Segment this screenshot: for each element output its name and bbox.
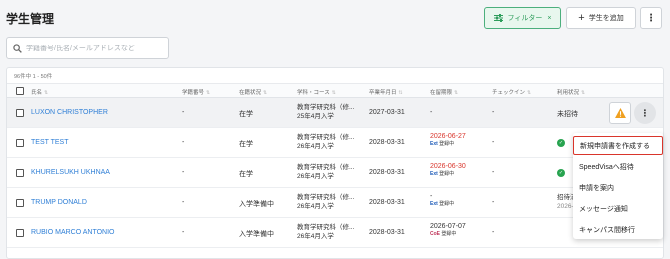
kebab-icon: ⋮ xyxy=(640,107,650,118)
graduation-date: 2028-03-31 xyxy=(369,169,405,176)
student-id: - xyxy=(182,229,185,236)
residence-date: - Ext 登録中 xyxy=(430,193,455,207)
column-header-course[interactable]: 学科・コース ⇅ xyxy=(297,88,336,96)
kebab-icon: ⋮ xyxy=(646,12,656,24)
warning-icon xyxy=(614,108,626,118)
filter-sliders-icon xyxy=(493,14,503,22)
menu-item-message-notification[interactable]: メッセージ通知 xyxy=(573,199,663,218)
checkin: - xyxy=(492,169,495,176)
residence-date: - xyxy=(430,109,433,116)
course: 教育学研究科（修... 26年4月入学 xyxy=(297,194,355,210)
search-icon xyxy=(13,43,22,53)
filter-clear-icon[interactable]: × xyxy=(547,15,551,22)
student-table: 96件中 1 - 50件 氏名 ⇅ 学籍番号 ⇅ 在籍状況 ⇅ 学科・コース ⇅ 卒業年… xyxy=(6,67,664,259)
row-checkbox[interactable] xyxy=(16,139,24,147)
search-input[interactable] xyxy=(26,44,166,52)
add-student-button[interactable]: + 学生を追加 xyxy=(566,7,636,29)
plus-icon: + xyxy=(578,11,585,24)
course: 教育学研究科（修... 25年4月入学 xyxy=(297,104,355,120)
student-name-link[interactable]: TEST TEST xyxy=(31,139,68,146)
student-name-link[interactable]: LUXON CHRISTOPHER xyxy=(31,109,108,116)
checkin: - xyxy=(492,109,495,116)
check-circle-icon: ✓ xyxy=(557,169,565,177)
enrollment-status: 在学 xyxy=(239,171,253,178)
app-root: 学生管理 フィルター × + 学生を追加 ⋮ 96件中 1 - 50件 氏名⇅ … xyxy=(0,0,670,259)
column-header-name[interactable]: 氏名 ⇅ xyxy=(31,88,48,96)
row-actions-button[interactable]: ⋮ xyxy=(634,102,656,124)
graduation-date: 2027-03-31 xyxy=(369,109,405,116)
more-options-button[interactable]: ⋮ xyxy=(640,7,662,29)
result-count: 96件中 1 - 50件 xyxy=(14,74,53,80)
menu-item-guide-application[interactable]: 申請を案内 xyxy=(573,178,663,197)
filter-label: フィルター xyxy=(507,15,543,22)
page-title: 学生管理 xyxy=(6,12,55,26)
menu-item-invite-speedvisa[interactable]: SpeedVisaへ招待 xyxy=(573,157,663,176)
sort-icon: ⇅ xyxy=(581,90,586,96)
course: 教育学研究科（修... 26年4月入学 xyxy=(297,134,355,150)
table-header: 氏名 ⇅ 学籍番号 ⇅ 在籍状況 ⇅ 学科・コース ⇅ 卒業年月日 ⇅ 在留期限 ⇅ チェッ… xyxy=(7,83,663,98)
warning-button[interactable] xyxy=(609,102,631,124)
sort-icon: ⇅ xyxy=(331,90,336,96)
residence-date: 2026-06-27 Ext 登録中 xyxy=(430,133,466,147)
sort-icon: ⇅ xyxy=(206,90,211,96)
sort-icon: ⇅ xyxy=(44,90,49,96)
graduation-date: 2028-03-31 xyxy=(369,199,405,206)
check-circle-icon: ✓ xyxy=(557,139,565,147)
add-student-label: 学生を追加 xyxy=(588,15,624,22)
table-row[interactable]: TEST TEST - 在学 教育学研究科（修... 26年4月入学 2028-0… xyxy=(7,128,663,158)
row-checkbox[interactable] xyxy=(16,229,24,237)
column-header-checkin[interactable]: チェックイン ⇅ xyxy=(492,88,531,96)
row-checkbox[interactable] xyxy=(16,169,24,177)
sort-icon: ⇅ xyxy=(263,90,268,96)
usage-status: 未招待 xyxy=(557,111,578,118)
search-field[interactable] xyxy=(6,37,169,59)
column-header-graduation[interactable]: 卒業年月日 ⇅ xyxy=(369,88,403,96)
table-row[interactable]: RUBIO MARCO ANTONIO - 入学準備中 教育学研究科（修... 2… xyxy=(7,218,663,248)
table-row[interactable]: TRUMP DONALD - 入学準備中 教育学研究科（修... 26年4月入学 … xyxy=(7,188,663,218)
checkin: - xyxy=(492,229,495,236)
column-header-student-id[interactable]: 学籍番号 ⇅ xyxy=(182,88,210,96)
row-checkbox[interactable] xyxy=(16,199,24,207)
student-name-link[interactable]: RUBIO MARCO ANTONIO xyxy=(31,229,115,236)
table-row[interactable]: KHURELSUKH UKHNAA - 在学 教育学研究科（修... 26年4月入… xyxy=(7,158,663,188)
graduation-date: 2028-03-31 xyxy=(369,139,405,146)
student-id: - xyxy=(182,139,185,146)
course: 教育学研究科（修... 26年4月入学 xyxy=(297,164,355,180)
course: 教育学研究科（修... 26年4月入学 xyxy=(297,224,355,240)
sort-icon: ⇅ xyxy=(398,90,403,96)
student-name-link[interactable]: KHURELSUKH UKHNAA xyxy=(31,169,110,176)
enrollment-status: 入学準備中 xyxy=(239,231,274,238)
enrollment-status: 在学 xyxy=(239,111,253,118)
residence-date: 2026-07-07 CoE 登録中 xyxy=(430,223,466,237)
column-header-usage[interactable]: 利用状況 ⇅ xyxy=(557,88,585,96)
sort-icon: ⇅ xyxy=(527,90,532,96)
table-row[interactable]: LUXON CHRISTOPHER - 在学 教育学研究科（修... 25年4月入… xyxy=(7,98,663,128)
checkin: - xyxy=(492,199,495,206)
residence-date: 2026-06-30 Ext 登録中 xyxy=(430,163,466,177)
column-header-status[interactable]: 在籍状況 ⇅ xyxy=(239,88,267,96)
enrollment-status: 在学 xyxy=(239,141,253,148)
checkin: - xyxy=(492,139,495,146)
student-id: - xyxy=(182,109,185,116)
column-header-residence[interactable]: 在留期限 ⇅ xyxy=(430,88,458,96)
student-name-link[interactable]: TRUMP DONALD xyxy=(31,199,87,206)
menu-item-create-application[interactable]: 新規申請書を作成する xyxy=(573,136,663,155)
filter-button[interactable]: フィルター × xyxy=(484,7,561,29)
enrollment-status: 入学準備中 xyxy=(239,201,274,208)
student-id: - xyxy=(182,169,185,176)
sort-icon: ⇅ xyxy=(454,90,459,96)
row-checkbox[interactable] xyxy=(16,109,24,117)
row-actions-menu: 新規申請書を作成する SpeedVisaへ招待 申請を案内 メッセージ通知 キャ… xyxy=(573,133,663,239)
graduation-date: 2028-03-31 xyxy=(369,229,405,236)
select-all-checkbox[interactable] xyxy=(16,87,24,95)
student-id: - xyxy=(182,199,185,206)
menu-item-campus-transfer[interactable]: キャンパス間移行 xyxy=(573,220,663,239)
